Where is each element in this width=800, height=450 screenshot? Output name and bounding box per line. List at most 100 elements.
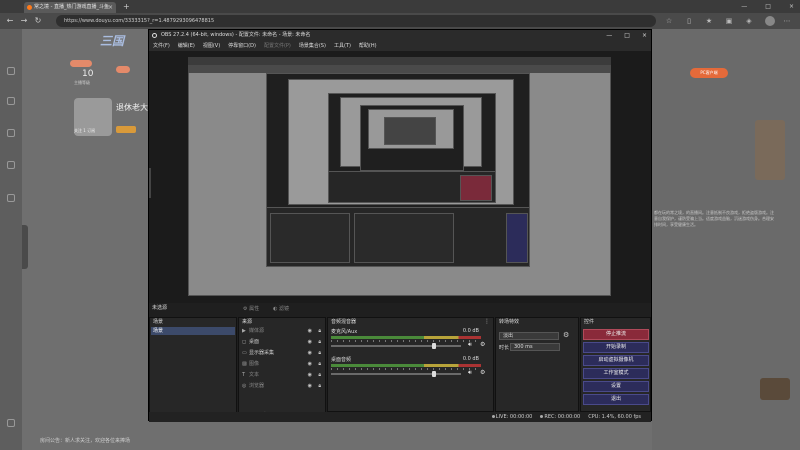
refresh-icon[interactable]: ↻ [32,15,44,27]
mixer-channel-db: 0.0 dB [462,356,479,362]
category-icon [7,97,15,105]
menu-docks[interactable]: 停靠窗口(D) [228,41,256,51]
browser-tab[interactable]: 常之境 - 直播_热门游戏直播_斗鱼 [24,2,116,13]
back-icon[interactable]: ← [4,15,16,27]
split-icon[interactable]: ▯ [684,16,694,26]
capture-mixer-1 [354,213,454,263]
lock-icon[interactable]: 🔒︎ [318,338,321,346]
mic-volume-knob[interactable] [432,343,437,349]
rail-settings[interactable] [2,419,20,437]
new-tab-button[interactable]: + [123,1,130,13]
sidebar-collapse-handle[interactable] [22,225,28,269]
eye-icon[interactable]: ◉ [308,327,312,335]
play-icon: ▶ [242,328,246,334]
site-left-rail [0,29,22,450]
properties-button[interactable]: ⚙ 属性 [243,304,259,315]
gear-icon[interactable]: ⚙ [563,331,569,339]
menu-help[interactable]: 帮助(H) [359,41,377,51]
profile-icon[interactable] [765,16,775,26]
stop-streaming-button[interactable]: 停止推流 [583,329,649,340]
speaker-icon[interactable]: 🔊︎ [468,369,472,377]
source-item[interactable]: ▭ 显示器采集 ◉ 🔒︎ [240,349,324,357]
browser-tab-bar: 常之境 - 直播_热门游戏直播_斗鱼 × + — □ × [0,0,800,13]
close-button[interactable]: × [789,0,794,13]
forward-icon[interactable]: → [18,15,30,27]
eye-icon[interactable]: ◉ [308,349,312,357]
rail-follow[interactable] [2,194,20,212]
lock-icon[interactable]: 🔒︎ [318,382,321,390]
mic-volume-slider[interactable] [331,345,461,347]
lock-icon[interactable]: 🔒︎ [318,360,321,368]
obs-logo-icon [152,33,157,38]
menu-profile[interactable]: 配置文件(P) [264,41,291,51]
duration-input[interactable]: 300 ms [510,343,560,351]
scene-item[interactable]: 场景 [151,327,235,335]
star-icon[interactable]: ☆ [664,16,674,26]
source-item[interactable]: ▶ 媒体源 ◉ 🔒︎ [240,327,324,335]
collections-icon[interactable]: ▣ [724,16,734,26]
source-item[interactable]: T 文本 ◉ 🔒︎ [240,371,324,379]
mixer-channel-name: 桌面音频 [331,357,352,363]
streamer-card: 退休老大 关注 1 订阅 [72,96,152,142]
menu-file[interactable]: 文件(F) [153,41,170,51]
lock-icon[interactable]: 🔒︎ [318,327,321,335]
more-icon[interactable]: ⋯ [782,16,792,26]
settings-button[interactable]: 设置 [583,381,649,392]
virtual-camera-button[interactable]: 启动虚拟摄像机 [583,355,649,366]
obs-maximize-button[interactable]: □ [624,30,630,41]
promo-banner[interactable] [755,120,785,180]
studio-mode-button[interactable]: 工作室模式 [583,368,649,379]
start-recording-button[interactable]: 开始录制 [583,342,649,353]
rail-game[interactable] [2,161,20,179]
address-bar[interactable]: https://www.douyu.com/3333315?_r=1.48792… [56,15,656,27]
obs-title: OBS 27.2.4 (64-bit, windows) - 配置文件: 未命名… [161,32,311,38]
eye-icon[interactable]: ◉ [308,360,312,368]
extensions-icon[interactable]: ◈ [744,16,754,26]
desktop-volume-knob[interactable] [432,371,437,377]
tab-close-icon[interactable]: × [108,2,113,13]
rail-category[interactable] [2,97,20,115]
lock-icon[interactable]: 🔒︎ [318,349,321,357]
menu-edit[interactable]: 编辑(E) [178,41,195,51]
transition-select[interactable]: 淡出 [499,332,559,340]
lock-icon[interactable]: 🔒︎ [318,371,321,379]
stat-box: 10 主播等级 [70,60,140,86]
obs-status-bar: LIVE: 00:00:00 REC: 00:00:00 CPU: 1.4%, … [149,412,651,422]
minimize-button[interactable]: — [741,0,747,13]
sources-dock: 来源 ▶ 媒体源 ◉ 🔒︎ ◻ 桌面 ◉ 🔒︎ ▭ 显示器采集 ◉ 🔒︎ ▨ 图像 ◉ 🔒︎ T 文本 ◉ 🔒… [238,317,326,422]
pc-client-button[interactable]: PC客户端 [690,68,728,78]
capture-browser-toolbar [188,65,611,73]
filters-button[interactable]: ◐ 滤镜 [273,304,289,315]
source-toolbar: ⚙ 属性 ◐ 滤镜 [239,304,489,315]
obs-preview-canvas[interactable] [188,57,611,296]
mixer-menu-icon[interactable]: ⋮ [484,318,490,325]
room-intro-text: 都在玩的常之境，的直播间。注意抵制不良游戏，拒绝盗版游戏。注意自我保护，谨防受骗… [654,210,774,227]
eye-icon[interactable]: ◉ [308,338,312,346]
mixer-channel-name: 麦克风/Aux [331,329,358,335]
capture-controls-2 [460,175,492,201]
streamer-tag [116,126,136,133]
rail-video[interactable] [2,129,20,147]
source-item[interactable]: ▨ 图像 ◉ 🔒︎ [240,360,324,368]
menu-scene-collection[interactable]: 场景集合(S) [299,41,326,51]
streamer-name[interactable]: 退休老大 [116,102,148,113]
maximize-button[interactable]: □ [765,0,771,13]
eye-icon[interactable]: ◉ [308,371,312,379]
obs-minimize-button[interactable]: — [606,30,612,41]
eye-icon[interactable]: ◉ [308,382,312,390]
text-icon: T [242,372,246,378]
exit-button[interactable]: 退出 [583,394,649,405]
sources-dock-title: 来源 [242,319,253,325]
rebate-widget[interactable] [760,378,790,400]
rail-home[interactable] [2,67,20,85]
desktop-volume-slider[interactable] [331,373,461,375]
speaker-icon[interactable]: 🔊︎ [468,341,472,349]
gear-icon[interactable]: ⚙ [480,369,485,376]
gear-icon[interactable]: ⚙ [480,341,485,348]
source-item[interactable]: ◎ 浏览器 ◉ 🔒︎ [240,382,324,390]
obs-close-button[interactable]: × [642,30,647,41]
source-item[interactable]: ◻ 桌面 ◉ 🔒︎ [240,338,324,346]
favorites-icon[interactable]: ★ [704,16,714,26]
menu-tools[interactable]: 工具(T) [334,41,351,51]
menu-view[interactable]: 视图(V) [203,41,220,51]
